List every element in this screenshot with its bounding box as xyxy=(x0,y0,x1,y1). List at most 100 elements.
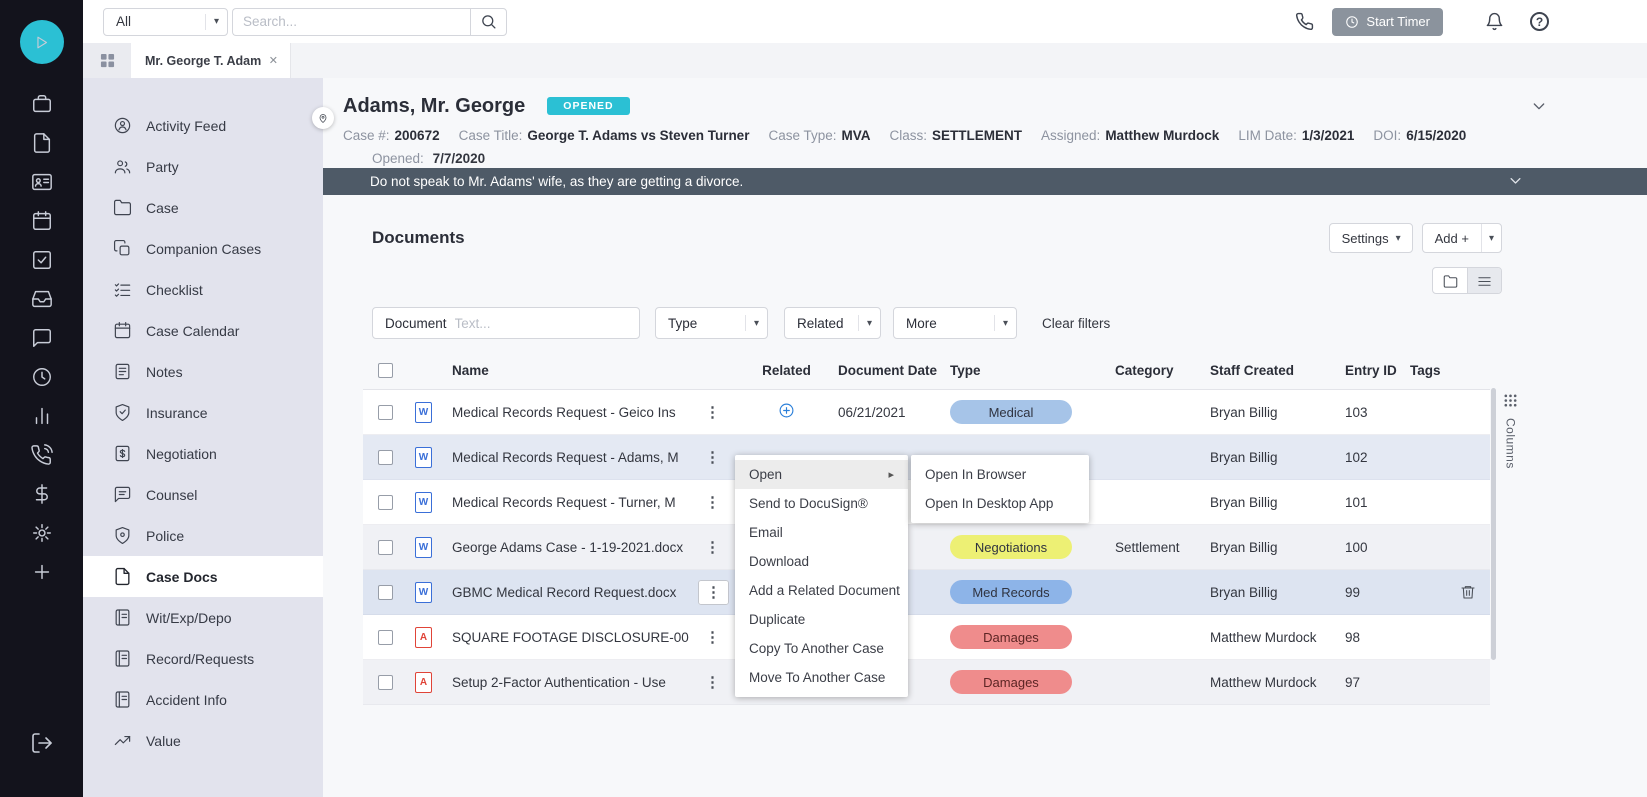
document-name[interactable]: GBMC Medical Record Request.docx xyxy=(452,585,698,600)
document-text-input[interactable] xyxy=(455,316,639,331)
case-tab[interactable]: Mr. George T. Adams xyxy=(131,43,291,78)
sidebar-item-insurance[interactable]: Insurance xyxy=(83,392,323,433)
tab-overview-button[interactable] xyxy=(83,43,131,78)
table-row[interactable]: GBMC Medical Record Request.docx Med Rec… xyxy=(363,570,1490,615)
menu-item-add-related-document[interactable]: Add a Related Document xyxy=(735,576,908,605)
sidebar-item-record-requests[interactable]: Record/Requests xyxy=(83,638,323,679)
app-logo[interactable] xyxy=(20,20,64,64)
search-scope-dropdown[interactable]: All xyxy=(103,8,228,36)
submenu-item-open-in-browser[interactable]: Open In Browser xyxy=(911,460,1089,489)
collapse-header-button[interactable] xyxy=(1531,98,1547,114)
column-header-entry-id[interactable]: Entry ID xyxy=(1345,363,1410,378)
sidebar-item-case[interactable]: Case xyxy=(83,187,323,228)
calls-rail-button[interactable] xyxy=(30,443,54,467)
delete-document-button[interactable] xyxy=(1460,584,1476,600)
settings-button[interactable]: Settings xyxy=(1329,223,1413,253)
row-checkbox[interactable] xyxy=(378,585,393,600)
add-related-icon[interactable] xyxy=(778,402,795,419)
sidebar-item-wit-exp-depo[interactable]: Wit/Exp/Depo xyxy=(83,597,323,638)
related-filter-dropdown[interactable]: Related xyxy=(784,307,881,339)
row-menu-icon[interactable] xyxy=(698,401,727,424)
document-name[interactable]: Medical Records Request - Geico Ins xyxy=(452,405,698,420)
menu-item-copy-to-another-case[interactable]: Copy To Another Case xyxy=(735,634,908,663)
menu-item-open[interactable]: Open xyxy=(735,460,908,489)
close-tab-icon[interactable] xyxy=(261,54,278,67)
column-header-tags[interactable]: Tags xyxy=(1410,363,1460,378)
table-row[interactable]: George Adams Case - 1-19-2021.docx Negot… xyxy=(363,525,1490,570)
sidebar-item-value[interactable]: Value xyxy=(83,720,323,761)
search-button[interactable] xyxy=(470,8,507,36)
table-row[interactable]: Setup 2-Factor Authentication - Use Dama… xyxy=(363,660,1490,705)
billing-rail-button[interactable] xyxy=(30,482,54,506)
help-button[interactable] xyxy=(1530,12,1549,31)
folder-view-button[interactable] xyxy=(1433,268,1467,294)
sidebar-item-case-docs[interactable]: Case Docs xyxy=(83,556,323,597)
row-checkbox[interactable] xyxy=(378,450,393,465)
column-header-category[interactable]: Category xyxy=(1115,363,1210,378)
sidebar-item-counsel[interactable]: Counsel xyxy=(83,474,323,515)
time-rail-button[interactable] xyxy=(30,365,54,389)
column-header-staff-created[interactable]: Staff Created xyxy=(1210,363,1345,378)
add-document-button[interactable]: Add + xyxy=(1422,223,1502,253)
table-row[interactable]: SQUARE FOOTAGE DISCLOSURE-00 Damages Mat… xyxy=(363,615,1490,660)
column-header-related[interactable]: Related xyxy=(743,363,830,378)
row-checkbox[interactable] xyxy=(378,675,393,690)
sidebar-item-police[interactable]: Police xyxy=(83,515,323,556)
start-timer-button[interactable]: Start Timer xyxy=(1332,8,1443,36)
cases-rail-button[interactable] xyxy=(30,92,54,116)
column-header-type[interactable]: Type xyxy=(950,363,1115,378)
document-name[interactable]: SQUARE FOOTAGE DISCLOSURE-00 xyxy=(452,630,698,645)
row-menu-icon[interactable] xyxy=(698,536,727,559)
column-header-document-date[interactable]: Document Date xyxy=(830,363,950,378)
tasks-rail-button[interactable] xyxy=(30,248,54,272)
sidebar-item-notes[interactable]: Notes xyxy=(83,351,323,392)
menu-item-move-to-another-case[interactable]: Move To Another Case xyxy=(735,663,908,692)
column-header-name[interactable]: Name xyxy=(452,363,698,378)
columns-control[interactable]: Columns xyxy=(1503,393,1518,469)
sidebar-item-case-calendar[interactable]: Case Calendar xyxy=(83,310,323,351)
sidebar-item-companion-cases[interactable]: Companion Cases xyxy=(83,228,323,269)
intake-rail-button[interactable] xyxy=(30,287,54,311)
row-menu-icon[interactable] xyxy=(698,491,727,514)
menu-item-download[interactable]: Download xyxy=(735,547,908,576)
row-menu-icon[interactable] xyxy=(698,580,729,605)
sidebar-item-accident-info[interactable]: Accident Info xyxy=(83,679,323,720)
search-input[interactable] xyxy=(232,8,470,36)
row-checkbox[interactable] xyxy=(378,405,393,420)
menu-item-email[interactable]: Email xyxy=(735,518,908,547)
row-menu-icon[interactable] xyxy=(698,626,727,649)
phone-button[interactable] xyxy=(1295,12,1314,31)
row-menu-icon[interactable] xyxy=(698,446,727,469)
sidebar-item-party[interactable]: Party xyxy=(83,146,323,187)
sidebar-item-negotiation[interactable]: Negotiation xyxy=(83,433,323,474)
list-view-button[interactable] xyxy=(1467,268,1501,294)
pin-sidebar-button[interactable] xyxy=(312,107,334,129)
reports-rail-button[interactable] xyxy=(30,404,54,428)
submenu-item-open-in-desktop-app[interactable]: Open In Desktop App xyxy=(911,489,1089,518)
document-name[interactable]: Setup 2-Factor Authentication - Use xyxy=(452,675,698,690)
documents-rail-button[interactable] xyxy=(30,131,54,155)
more-filter-dropdown[interactable]: More xyxy=(893,307,1017,339)
table-row[interactable]: Medical Records Request - Geico Ins 06/2… xyxy=(363,390,1490,435)
row-menu-icon[interactable] xyxy=(698,671,727,694)
messages-rail-button[interactable] xyxy=(30,326,54,350)
row-checkbox[interactable] xyxy=(378,630,393,645)
add-rail-button[interactable] xyxy=(30,560,54,584)
logout-button[interactable] xyxy=(30,731,54,755)
notifications-button[interactable] xyxy=(1485,12,1504,31)
calendar-rail-button[interactable] xyxy=(30,209,54,233)
document-name[interactable]: Medical Records Request - Turner, M xyxy=(452,495,698,510)
document-name[interactable]: George Adams Case - 1-19-2021.docx xyxy=(452,540,698,555)
menu-item-duplicate[interactable]: Duplicate xyxy=(735,605,908,634)
select-all-checkbox[interactable] xyxy=(378,363,393,378)
menu-item-send-to-docusign[interactable]: Send to DocuSign® xyxy=(735,489,908,518)
sidebar-item-checklist[interactable]: Checklist xyxy=(83,269,323,310)
table-scrollbar[interactable] xyxy=(1491,388,1496,660)
clear-filters-link[interactable]: Clear filters xyxy=(1042,316,1110,331)
chevron-down-icon[interactable] xyxy=(1482,233,1501,244)
contacts-rail-button[interactable] xyxy=(30,170,54,194)
row-checkbox[interactable] xyxy=(378,540,393,555)
document-name[interactable]: Medical Records Request - Adams, M xyxy=(452,450,698,465)
sidebar-item-activity-feed[interactable]: Activity Feed xyxy=(83,105,323,146)
row-checkbox[interactable] xyxy=(378,495,393,510)
